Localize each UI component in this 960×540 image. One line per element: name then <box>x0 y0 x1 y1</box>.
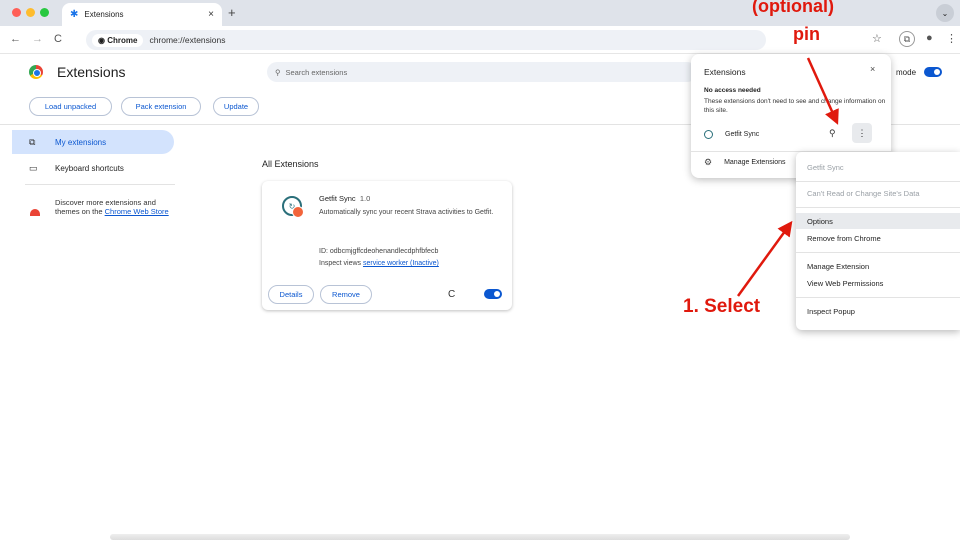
extension-id: ID: odbcmjgffcdeohenandlecdphfbfecb <box>319 248 439 255</box>
menu-item-remove-from-chrome[interactable]: Remove from Chrome <box>807 234 881 243</box>
url-text: chrome://extensions <box>149 35 226 45</box>
inspect-views: Inspect views service worker (Inactive) <box>319 260 439 267</box>
close-icon[interactable]: × <box>870 64 875 74</box>
manage-extensions-label: Manage Extensions <box>724 159 786 166</box>
more-menu-icon[interactable]: ⋮ <box>946 32 957 45</box>
popup-title: Extensions <box>704 67 746 77</box>
strava-badge-icon <box>292 206 304 218</box>
extension-description: Automatically sync your recent Strava ac… <box>319 209 494 216</box>
section-title: All Extensions <box>262 159 319 169</box>
tab-extensions[interactable]: ✱ Extensions × <box>62 3 222 26</box>
chevron-down-icon[interactable]: ⌄ <box>936 4 954 22</box>
menu-divider <box>796 207 960 208</box>
more-options-icon[interactable]: ⋮ <box>852 123 872 143</box>
web-store-icon <box>30 209 40 216</box>
extension-card: ↻ Getfit Sync 1.0 Automatically sync you… <box>262 181 512 310</box>
extension-context-menu: Getfit Sync Can't Read or Change Site's … <box>796 152 960 330</box>
maximize-window-button[interactable] <box>40 8 49 17</box>
extensions-puzzle-icon[interactable]: ⧉ <box>899 31 915 47</box>
search-input[interactable]: ⚲ Search extensions <box>267 62 697 82</box>
reload-icon[interactable]: C <box>54 33 62 45</box>
select-arrow <box>736 220 793 297</box>
popup-extension-item[interactable]: Getfit Sync <box>704 130 759 139</box>
chrome-logo-icon: ◉ <box>98 35 108 45</box>
menu-item-extension-name: Getfit Sync <box>807 163 844 172</box>
forward-icon[interactable]: → <box>32 33 43 45</box>
chrome-chip[interactable]: ◉ Chrome <box>92 33 144 47</box>
details-button[interactable]: Details <box>268 285 314 304</box>
menu-item-inspect-popup[interactable]: Inspect Popup <box>807 307 855 316</box>
extension-name-text: Getfit Sync <box>319 194 356 203</box>
sidebar-item-my-extensions[interactable]: ⧉ My extensions <box>29 137 106 148</box>
menu-divider <box>796 252 960 253</box>
extension-name: Getfit Sync 1.0 <box>319 194 370 203</box>
menu-item-manage-extension[interactable]: Manage Extension <box>807 262 869 271</box>
close-tab-icon[interactable]: × <box>208 9 214 20</box>
extensions-puzzle-icon: ✱ <box>70 9 79 20</box>
extension-enable-toggle[interactable] <box>484 289 502 299</box>
developer-mode-label: mode <box>896 68 917 77</box>
developer-mode-toggle[interactable] <box>924 67 942 77</box>
menu-item-site-access: Can't Read or Change Site's Data <box>807 189 920 198</box>
page-title: Extensions <box>57 64 126 80</box>
manage-extensions-item[interactable]: ⚙ Manage Extensions <box>704 157 786 168</box>
close-window-button[interactable] <box>12 8 21 17</box>
back-icon[interactable]: ← <box>10 33 21 45</box>
sidebar-item-label: My extensions <box>55 138 107 147</box>
pin-icon[interactable]: ⚲ <box>829 128 836 139</box>
popup-extension-name: Getfit Sync <box>725 131 760 138</box>
menu-divider <box>796 181 960 182</box>
sidebar-item-label: Keyboard shortcuts <box>55 164 124 173</box>
no-access-description: These extensions don't need to see and c… <box>704 98 886 114</box>
getfit-sync-icon <box>704 130 713 139</box>
minimize-window-button[interactable] <box>26 8 35 17</box>
profile-avatar-icon[interactable]: ● <box>926 32 933 44</box>
annotation-pin: pin <box>793 24 820 44</box>
chrome-logo-icon <box>29 65 43 79</box>
bottom-shadow <box>110 534 850 540</box>
menu-item-options[interactable]: Options <box>807 217 833 226</box>
chrome-web-store-link[interactable]: Chrome Web Store <box>105 207 169 216</box>
discover-text: Discover more extensions and themes on t… <box>55 198 180 216</box>
pack-extension-button[interactable]: Pack extension <box>121 97 201 116</box>
reload-extension-icon[interactable]: C <box>448 289 455 300</box>
annotation-optional: (optional) <box>752 0 834 16</box>
no-access-title: No access needed <box>704 87 761 94</box>
load-unpacked-button[interactable]: Load unpacked <box>29 97 112 116</box>
annotation-select: 1. Select <box>683 296 761 317</box>
search-icon: ⚲ <box>275 67 281 77</box>
update-button[interactable]: Update <box>213 97 259 116</box>
sidebar-item-keyboard-shortcuts[interactable]: ▭ Keyboard shortcuts <box>29 163 124 174</box>
chip-label: Chrome <box>107 35 138 45</box>
gear-icon: ⚙ <box>704 157 713 167</box>
extensions-puzzle-icon: ⧉ <box>29 137 36 147</box>
menu-item-view-web-permissions[interactable]: View Web Permissions <box>807 279 883 288</box>
search-placeholder: Search extensions <box>285 67 348 77</box>
address-bar[interactable]: ◉ Chrome chrome://extensions <box>86 30 766 50</box>
new-tab-button[interactable]: + <box>228 5 236 20</box>
extension-version: 1.0 <box>359 194 371 203</box>
remove-button[interactable]: Remove <box>320 285 372 304</box>
service-worker-link[interactable]: service worker (Inactive) <box>363 260 439 267</box>
sidebar-divider <box>25 184 175 185</box>
menu-divider <box>796 297 960 298</box>
bookmark-star-icon[interactable]: ☆ <box>872 32 882 45</box>
keyboard-icon: ▭ <box>29 163 38 173</box>
inspect-views-label: Inspect views <box>319 260 362 267</box>
tab-title: Extensions <box>84 10 124 19</box>
